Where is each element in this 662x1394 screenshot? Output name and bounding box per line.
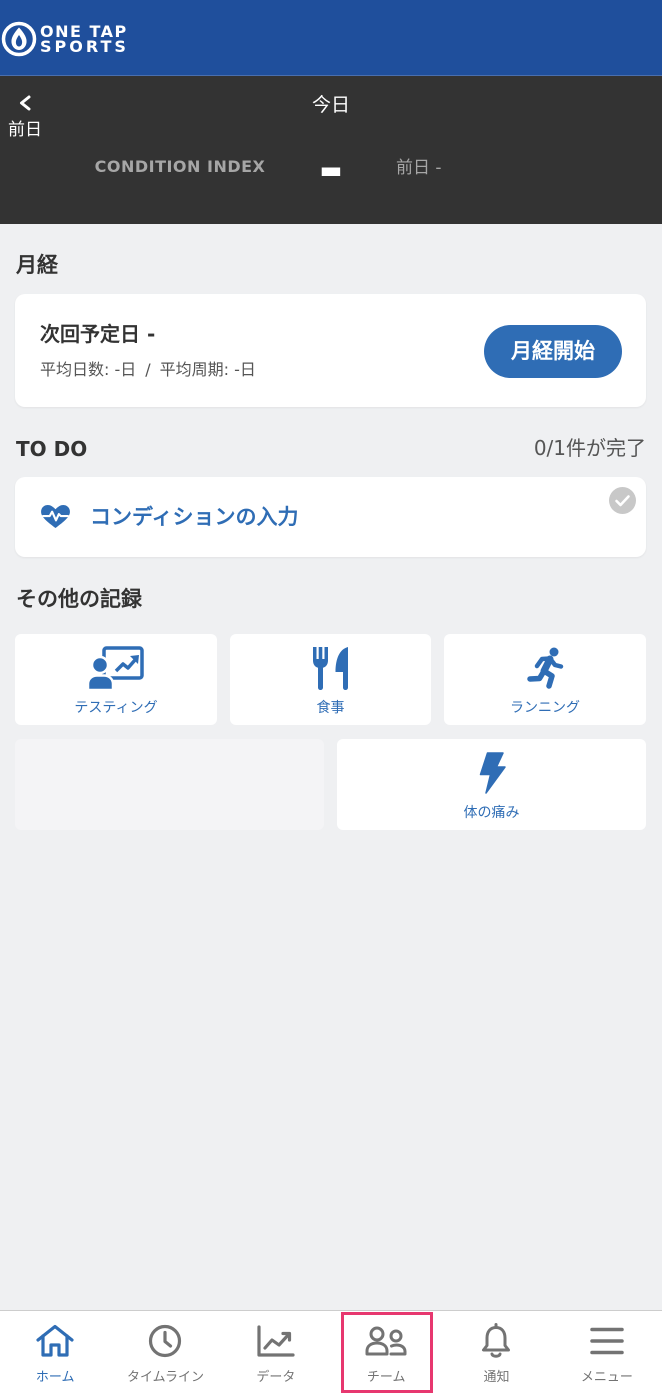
todo-item-label: コンディションの入力 [90, 505, 299, 529]
tab-label: メニュー [580, 1370, 633, 1385]
tile-icon-box [230, 645, 431, 691]
bell-icon [482, 1323, 511, 1358]
todo-heading: TO DO [16, 437, 88, 461]
tab-label: チーム [366, 1370, 406, 1385]
menstruation-heading: 月経 [16, 253, 58, 277]
menstruation-card: 次回予定日 - 平均日数: -日 / 平均周期: -日 月経開始 [15, 294, 646, 407]
condition-previous-day: 前日 - [396, 158, 442, 178]
logo-line-two: SPORTS [40, 37, 129, 56]
tab-label: タイムライン [126, 1370, 205, 1385]
tab-label: 通知 [483, 1370, 510, 1385]
tile-testing[interactable]: テスティング [15, 634, 217, 725]
bottom-tab-bar: ホーム タイムライン データ チーム 通知 メニュー [0, 1310, 662, 1394]
flame-circle-icon [1, 21, 37, 57]
tab-timeline[interactable]: タイムライン [110, 1311, 220, 1394]
start-period-button[interactable]: 月経開始 [484, 325, 622, 378]
tile-running[interactable]: ランニング [444, 634, 646, 725]
check-circle-icon [609, 487, 636, 514]
tile-body-pain[interactable]: 体の痛み [337, 739, 646, 830]
tile-icon-box [15, 645, 217, 691]
tab-home[interactable]: ホーム [0, 1311, 110, 1394]
previous-day-label: 前日 [8, 120, 42, 140]
presentation-icon [88, 646, 144, 690]
tile-label: 食事 [316, 700, 345, 716]
clock-icon [149, 1324, 182, 1358]
utensils-icon [312, 647, 348, 690]
menu-icon [590, 1327, 624, 1355]
condition-panel: 前日 今日 CONDITION INDEX - 前日 - [0, 76, 662, 224]
app-header: ONE TAP SPORTS [0, 0, 662, 76]
other-records-heading: その他の記録 [16, 587, 142, 611]
lightning-icon [479, 752, 506, 794]
tab-icon-box [0, 1323, 110, 1359]
heart-pulse-icon [41, 504, 70, 529]
tab-label: データ [256, 1370, 296, 1385]
condition-index-value: - [318, 134, 344, 204]
logo-text: ONE TAP SPORTS [40, 24, 129, 56]
tile-label: ランニング [510, 700, 580, 716]
average-days: 平均日数: -日 [40, 360, 137, 379]
running-icon [527, 647, 564, 689]
home-icon [36, 1324, 74, 1357]
tab-notifications[interactable]: 通知 [441, 1311, 551, 1394]
tile-label: テスティング [74, 700, 158, 716]
todo-item-condition-input[interactable]: コンディションの入力 [15, 477, 646, 557]
empty-tile-slot [15, 739, 324, 830]
tab-icon-box [552, 1323, 662, 1359]
condition-index-label: CONDITION INDEX [94, 157, 266, 176]
tile-label: 体の痛み [463, 805, 520, 821]
tab-icon-box [110, 1323, 220, 1359]
tab-icon-box [331, 1323, 441, 1359]
team-icon [365, 1326, 407, 1356]
tile-icon-box [337, 750, 646, 796]
chart-icon [257, 1325, 295, 1357]
tab-team[interactable]: チーム [331, 1311, 441, 1394]
tab-label: ホーム [35, 1370, 75, 1385]
tab-icon-box [221, 1323, 331, 1359]
day-title: 今日 [311, 94, 350, 116]
cycle-separator: / [145, 360, 151, 379]
todo-progress: 0/1件が完了 [533, 436, 646, 460]
next-period-date: 次回予定日 - [40, 322, 156, 346]
tile-icon-box [444, 645, 646, 691]
tab-menu[interactable]: メニュー [552, 1311, 662, 1394]
cycle-info: 平均日数: -日 / 平均周期: -日 [40, 360, 256, 380]
tab-icon-box [441, 1323, 551, 1359]
tile-meal[interactable]: 食事 [230, 634, 431, 725]
logo[interactable]: ONE TAP SPORTS [1, 20, 141, 58]
average-cycle: 平均周期: -日 [159, 360, 256, 379]
tab-data[interactable]: データ [221, 1311, 331, 1394]
